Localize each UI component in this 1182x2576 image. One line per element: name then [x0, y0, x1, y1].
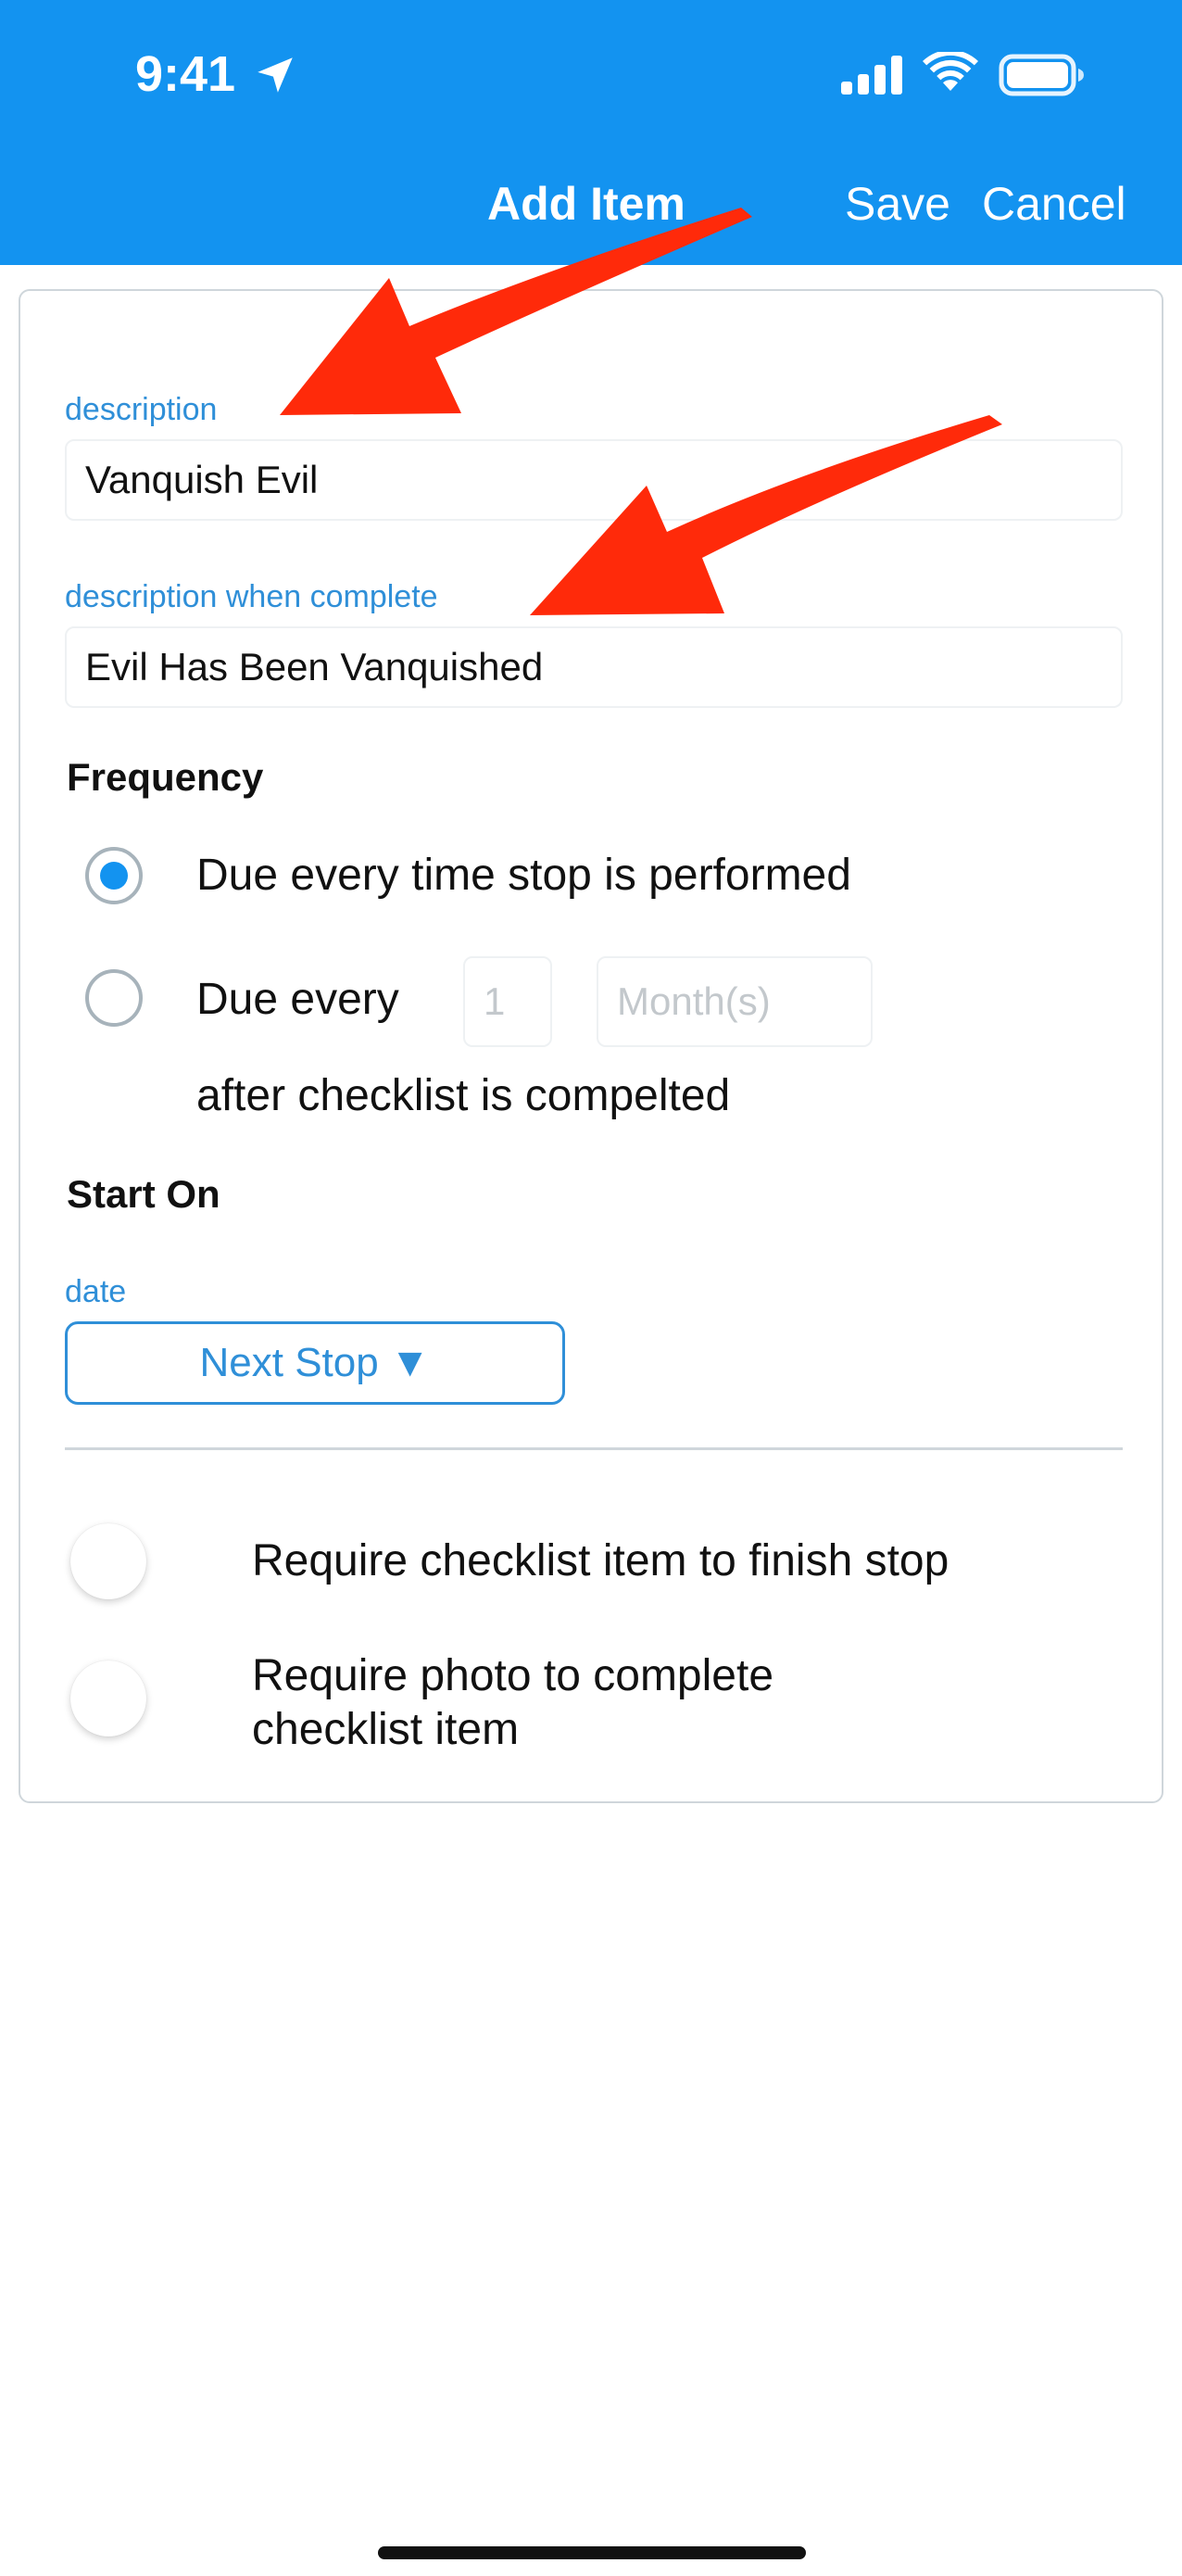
require-item-toggle[interactable]	[67, 1520, 206, 1603]
require-photo-toggle[interactable]	[67, 1657, 206, 1740]
item-form-card: description description when complete Fr…	[19, 289, 1163, 1803]
date-label: date	[65, 1274, 127, 1309]
frequency-title: Frequency	[67, 755, 264, 799]
header-bar: 9:41 Add Item Save Cancel	[0, 0, 1182, 265]
home-indicator	[378, 2546, 806, 2559]
require-photo-label: Require photo to complete checklist item	[252, 1651, 774, 1754]
require-item-label: Require checklist item to finish stop	[252, 1536, 949, 1585]
add-item-screen: 9:41 Add Item Save Cancel description de	[0, 0, 1182, 2576]
save-button[interactable]: Save	[845, 176, 950, 232]
location-arrow-icon	[258, 57, 293, 93]
interval-unit-input[interactable]	[597, 956, 873, 1047]
description-label: description	[65, 392, 218, 427]
toggle-knob	[70, 1523, 146, 1599]
status-time: 9:41	[135, 46, 236, 102]
cancel-button[interactable]: Cancel	[982, 176, 1126, 232]
divider	[65, 1447, 1123, 1450]
radio-every-stop[interactable]	[85, 847, 143, 904]
date-select-button[interactable]: Next Stop ▼	[65, 1321, 565, 1405]
nav-title: Add Item	[487, 178, 685, 230]
battery-icon	[999, 54, 1084, 96]
radio-interval[interactable]	[85, 969, 143, 1027]
wifi-icon	[923, 52, 978, 91]
option-interval-suffix: after checklist is compelted	[196, 1071, 731, 1120]
cellular-signal-icon	[841, 56, 902, 95]
description-input[interactable]	[65, 439, 1123, 521]
start-on-title: Start On	[67, 1172, 220, 1216]
option-interval-prefix: Due every	[196, 975, 399, 1024]
option-every-stop-label: Due every time stop is performed	[196, 851, 851, 900]
interval-count-input[interactable]	[463, 956, 552, 1047]
description-complete-input[interactable]	[65, 626, 1123, 708]
toggle-knob	[70, 1661, 146, 1736]
description-complete-label: description when complete	[65, 579, 438, 614]
